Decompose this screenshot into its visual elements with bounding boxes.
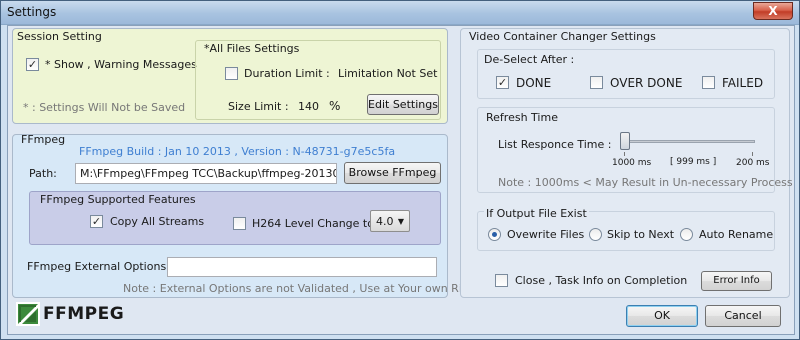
all-files-settings-title: *All Files Settings xyxy=(204,42,300,55)
external-options-note: Note : External Options are not Validate… xyxy=(123,282,478,295)
close-task-info-label[interactable]: Close , Task Info on Completion xyxy=(515,274,687,287)
error-info-button[interactable]: Error Info xyxy=(701,271,772,291)
close-task-info-checkbox[interactable] xyxy=(495,274,508,287)
window-title: Settings xyxy=(7,5,57,19)
h264-level-checkbox[interactable] xyxy=(233,217,246,230)
skip-to-next-label[interactable]: Skip to Next xyxy=(607,228,674,241)
video-container-title: Video Container Changer Settings xyxy=(469,30,656,43)
duration-limit-checkbox[interactable] xyxy=(225,67,238,80)
ffmpeg-features-title: FFmpeg Supported Features xyxy=(40,193,196,206)
ffmpeg-build-info: FFmpeg Build : Jan 10 2013 , Version : N… xyxy=(79,145,396,158)
session-setting-title: Session Setting xyxy=(17,30,102,43)
window-close-button[interactable]: X xyxy=(753,2,793,20)
slider-max-label: 200 ms xyxy=(736,158,770,168)
over-done-label[interactable]: OVER DONE xyxy=(610,76,682,90)
browse-ffmpeg-button[interactable]: Browse FFmpeg xyxy=(344,162,441,184)
session-setting-panel: Session Setting ✓ * Show , Warning Messa… xyxy=(12,28,448,124)
show-warning-checkbox[interactable]: ✓ xyxy=(26,58,39,71)
cancel-button[interactable]: Cancel xyxy=(705,305,781,327)
done-checkbox[interactable]: ✓ xyxy=(496,76,509,89)
chevron-down-icon: ▼ xyxy=(397,217,404,226)
refresh-note: Note : 1000ms < May Result in Un-necessa… xyxy=(498,176,793,189)
ffmpeg-title: FFmpeg xyxy=(21,133,66,146)
copy-all-streams-label[interactable]: Copy All Streams xyxy=(110,215,204,228)
output-file-exist-group: If Output File Exist Ovewrite Files Skip… xyxy=(477,207,775,251)
slider-min-label: 1000 ms xyxy=(612,158,652,168)
duration-limit-label[interactable]: Duration Limit : xyxy=(244,67,330,80)
output-file-exist-title: If Output File Exist xyxy=(484,207,589,220)
title-bar[interactable]: Settings X xyxy=(1,1,799,25)
auto-rename-label[interactable]: Auto Rename xyxy=(699,228,773,241)
edit-settings-button[interactable]: Edit Settings xyxy=(367,94,439,115)
slider-tick-max xyxy=(752,152,753,156)
check-icon: ✓ xyxy=(91,215,102,228)
size-limit-unit: % xyxy=(329,99,341,113)
h264-level-label[interactable]: H264 Level Change to xyxy=(252,217,374,230)
auto-rename-radio[interactable] xyxy=(680,228,693,241)
size-limit-value: 140 xyxy=(298,100,319,113)
limitation-status: Limitation Not Set xyxy=(338,67,438,80)
overwrite-radio[interactable] xyxy=(488,228,501,241)
dialog-client-area: Session Setting ✓ * Show , Warning Messa… xyxy=(7,25,795,335)
all-files-settings-group: *All Files Settings Duration Limit : Lim… xyxy=(195,40,441,120)
refresh-time-group: Refresh Time List Responce Time : 1000 m… xyxy=(477,107,793,193)
show-warning-label[interactable]: * Show , Warning Messages xyxy=(45,58,197,71)
external-options-input[interactable] xyxy=(167,257,437,277)
skip-to-next-radio[interactable] xyxy=(589,228,602,241)
ffmpeg-logo: FFMPEG xyxy=(16,302,124,326)
slider-tick-min xyxy=(624,152,625,156)
ffmpeg-path-input[interactable]: M:\FFmpeg\FFmpeg TCC\Backup\ffmpeg-20130… xyxy=(75,163,337,184)
deselect-after-group: De-Select After : ✓ DONE OVER DONE FAILE… xyxy=(477,49,775,99)
response-time-slider-track[interactable] xyxy=(620,140,755,143)
refresh-time-title: Refresh Time xyxy=(486,111,558,124)
check-icon: ✓ xyxy=(27,58,38,71)
check-icon: ✓ xyxy=(497,76,508,89)
ok-button[interactable]: OK xyxy=(626,305,698,327)
path-label: Path: xyxy=(29,167,57,180)
response-time-slider-thumb[interactable] xyxy=(620,132,630,150)
done-label[interactable]: DONE xyxy=(516,76,551,90)
external-options-label: FFmpeg External Options: xyxy=(27,260,170,273)
h264-level-select[interactable]: 4.0 ▼ xyxy=(370,210,410,232)
h264-level-value: 4.0 xyxy=(376,215,394,228)
copy-all-streams-checkbox[interactable]: ✓ xyxy=(90,215,103,228)
overwrite-label[interactable]: Ovewrite Files xyxy=(507,228,584,241)
failed-label[interactable]: FAILED xyxy=(722,76,763,90)
slider-value-label: [ 999 ms ] xyxy=(670,157,717,167)
ffmpeg-logo-text: FFMPEG xyxy=(43,304,125,324)
session-note: * : Settings Will Not be Saved xyxy=(23,101,186,114)
video-container-panel: Video Container Changer Settings De-Sele… xyxy=(460,28,793,298)
failed-checkbox[interactable] xyxy=(702,76,715,89)
response-time-label: List Responce Time : xyxy=(498,138,612,151)
size-limit-label: Size Limit : xyxy=(228,100,289,113)
ffmpeg-panel: FFmpeg FFmpeg Build : Jan 10 2013 , Vers… xyxy=(12,133,477,298)
settings-window: Settings X Session Setting ✓ * Show , Wa… xyxy=(0,0,800,340)
deselect-after-title: De-Select After : xyxy=(484,53,575,66)
over-done-checkbox[interactable] xyxy=(590,76,603,89)
ffmpeg-features-group: FFmpeg Supported Features ✓ Copy All Str… xyxy=(29,191,441,245)
ffmpeg-logo-icon xyxy=(16,302,40,326)
